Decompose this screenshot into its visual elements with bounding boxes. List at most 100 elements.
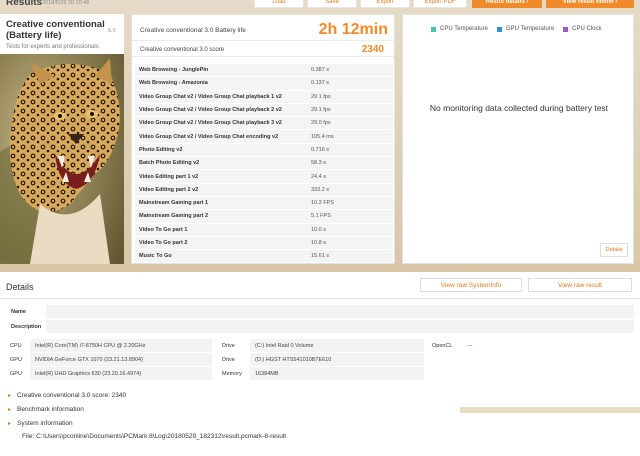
opencl-row: OpenCL --- — [428, 339, 632, 352]
subtest-row: Music To Go 15.61 s — [135, 250, 393, 264]
gpu-value: Intel(R) UHD Graphics 630 (23.20.16.4974… — [30, 367, 212, 380]
view-result-online-button[interactable]: View result online › — [546, 0, 634, 8]
subtest-value: 5.1 FPS — [311, 213, 331, 220]
description-value[interactable] — [46, 320, 634, 333]
subtest-row: Video To Go part 1 10.0 s — [135, 223, 393, 237]
subtest-value: 58.3 s — [311, 160, 326, 167]
drive-label: Drive — [222, 342, 235, 349]
page-title: Results — [6, 0, 43, 8]
subtest-row: Video Group Chat v2 / Video Group Chat p… — [135, 90, 393, 104]
gpu-label: GPU — [10, 370, 22, 377]
subtest-value: 0.387 s — [311, 67, 330, 74]
subtest-name: Music To Go — [139, 253, 172, 260]
subtest-row: Batch Photo Editing v2 58.3 s — [135, 157, 393, 171]
drive-value: (C:) Intel Raid 0 Volume — [250, 339, 424, 352]
subtest-list: Web Browsing - JunglePin 0.387 s Web Brow… — [135, 64, 393, 264]
monitoring-card: CPU Temperature GPU Temperature CPU Cloc… — [402, 14, 634, 264]
memory-value: 16384MB — [250, 367, 424, 380]
background-strip — [460, 407, 640, 413]
chevron-right-icon: ▸ — [8, 421, 12, 427]
tree-item-benchmark-info[interactable]: ▸ Benchmark information — [8, 404, 84, 415]
export-pdf-button[interactable]: Export PDF — [413, 0, 467, 8]
subtest-row: Video Editing part 1 v2 24.4 s — [135, 170, 393, 184]
test-name: Creative conventional (Battery life) — [6, 19, 105, 41]
subtest-name: Web Browsing - Amazonia — [139, 80, 208, 87]
tree-item-label: Benchmark information — [17, 406, 84, 413]
view-raw-result-button[interactable]: View raw result — [528, 278, 632, 292]
cpu-row: CPU Intel(R) Core(TM) i7-8750H CPU @ 2.2… — [6, 339, 212, 352]
chevron-right-icon: ▸ — [8, 407, 12, 413]
description-row: Description — [6, 320, 634, 333]
legend-label: CPU Clock — [572, 26, 602, 32]
load-button[interactable]: Load — [254, 0, 304, 8]
subtest-row: Mainstream Gaming part 2 5.1 FPS — [135, 210, 393, 224]
memory-row: Memory 16384MB — [218, 367, 424, 380]
subtest-value: 29.0 fps — [311, 120, 331, 127]
legend-item-gpu-temperature[interactable]: GPU Temperature — [496, 26, 555, 32]
subtest-name: Video Editing part 1 v2 — [139, 173, 199, 180]
legend-item-cpu-temperature[interactable]: CPU Temperature — [431, 26, 488, 32]
battery-life-label: Creative conventional 3.0 Battery life — [140, 27, 246, 34]
subtest-value: 29.1 fps — [311, 107, 331, 114]
gpu-value: NVIDIA GeForce GTX 1070 (23.21.13.8904) — [30, 353, 212, 366]
details-divider — [0, 298, 640, 299]
subtest-name: Web Browsing - JunglePin — [139, 67, 209, 74]
subtest-name: Video Editing part 2 v2 — [139, 186, 199, 193]
legend-item-cpu-clock[interactable]: CPU Clock — [563, 26, 602, 32]
subtest-name: Mainstream Gaming part 2 — [139, 213, 209, 220]
save-button[interactable]: Save — [307, 0, 357, 8]
monitoring-legend: CPU Temperature GPU Temperature CPU Cloc… — [431, 26, 602, 32]
view-raw-systeminfo-button[interactable]: View raw SystemInfo — [420, 278, 522, 292]
score-value: 2340 — [361, 44, 384, 55]
test-version: 8.0 — [108, 28, 116, 34]
subtest-name: Batch Photo Editing v2 — [139, 160, 200, 167]
subtest-value: 0.137 s — [311, 80, 330, 87]
tree-item-label: Creative conventional 3.0 score: 2340 — [17, 392, 127, 399]
export-button[interactable]: Export — [360, 0, 410, 8]
subtest-row: Video Group Chat v2 / Video Group Chat e… — [135, 130, 393, 144]
subtest-name: Video Group Chat v2 / Video Group Chat p… — [139, 107, 282, 114]
legend-swatch — [431, 26, 436, 32]
subtest-row: Video Group Chat v2 / Video Group Chat p… — [135, 117, 393, 131]
result-details-button[interactable]: Result details › — [472, 0, 542, 8]
gpu-row: GPU Intel(R) UHD Graphics 630 (23.20.16.… — [6, 367, 212, 380]
subtest-value: 10.8 s — [311, 240, 326, 246]
name-row: Name — [6, 305, 634, 318]
opencl-value: --- — [467, 342, 473, 349]
subtest-value: 0.716 s — [311, 146, 330, 153]
monitoring-details-button[interactable]: Details — [600, 243, 628, 257]
subtest-row: Video To Go part 2 10.8 s — [135, 236, 393, 251]
gpu-label: GPU — [10, 356, 22, 363]
tree-item-score[interactable]: ▸ Creative conventional 3.0 score: 2340 — [8, 390, 126, 401]
cpu-label: CPU — [10, 342, 22, 349]
subtest-value: 10.0 s — [311, 226, 326, 233]
battery-life-value: 2h 12min — [318, 21, 388, 38]
test-card: Creative conventional (Battery life) 8.0… — [0, 14, 124, 264]
details-title: Details — [6, 282, 34, 292]
chevron-right-icon: ▸ — [8, 393, 12, 399]
subtest-value: 333.2 s — [311, 186, 330, 193]
name-value[interactable] — [46, 305, 634, 318]
legend-swatch — [563, 26, 569, 32]
opencl-label: OpenCL — [432, 342, 453, 349]
cpu-value: Intel(R) Core(TM) i7-8750H CPU @ 2.20GHz — [30, 339, 212, 352]
drive-value: (D:) HGST HTS541010B7E610 — [250, 353, 424, 366]
score-label: Creative conventional 3.0 score — [140, 47, 225, 53]
no-monitoring-data-message: No monitoring data collected during batt… — [429, 103, 609, 113]
subtest-row: Mainstream Gaming part 1 10.3 FPS — [135, 196, 393, 211]
subtest-name: Video Group Chat v2 / Video Group Chat p… — [139, 93, 282, 100]
memory-label: Memory — [222, 370, 242, 377]
subtest-row: Web Browsing - Amazonia 0.137 s — [135, 77, 393, 91]
subtest-name: Video To Go part 2 — [139, 240, 188, 246]
subtest-row: Web Browsing - JunglePin 0.387 s — [135, 64, 393, 78]
subtest-row: Video Editing part 2 v2 333.2 s — [135, 183, 393, 197]
subtest-name: Video Group Chat v2 / Video Group Chat e… — [139, 133, 279, 140]
score-row: Creative conventional 3.0 score 2340 — [132, 43, 394, 57]
subtest-value: 105.4 ms — [311, 133, 334, 140]
legend-label: GPU Temperature — [505, 26, 555, 32]
top-toolbar: Results 2018/5/29 20:10:46 Load Save Exp… — [0, 0, 640, 10]
subtest-name: Photo Editing v2 — [139, 146, 183, 153]
subtest-row: Video Group Chat v2 / Video Group Chat p… — [135, 103, 393, 118]
tree-item-system-info[interactable]: ▸ System information — [8, 418, 73, 429]
subtest-row: Photo Editing v2 0.716 s — [135, 143, 393, 158]
